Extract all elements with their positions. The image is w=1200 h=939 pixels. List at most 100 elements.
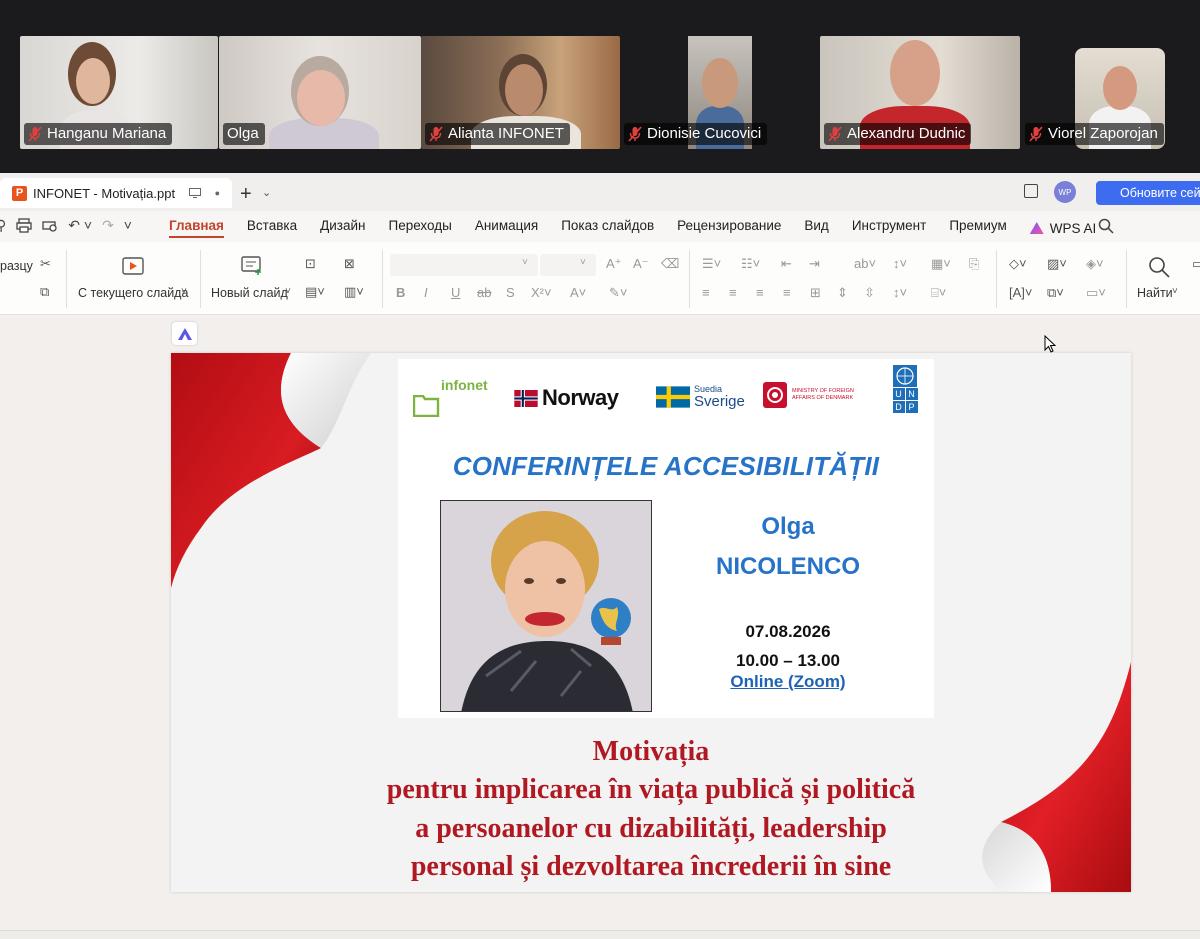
smartart-icon[interactable]: ⎘ (969, 256, 979, 272)
replace-icon[interactable]: ▭ (1192, 256, 1200, 272)
strikethrough-icon[interactable]: ab (477, 285, 491, 300)
customize-qa-chevron-icon[interactable]: ˅ (124, 217, 132, 234)
numbering-icon[interactable]: ☷˅ (741, 256, 760, 272)
menu-tab-view[interactable]: Вид (804, 218, 828, 238)
cut-icon[interactable]: ✂ (40, 256, 51, 272)
align-center-icon[interactable]: ≡ (729, 285, 737, 300)
participant-name: Dionisie Cucovici (647, 125, 762, 142)
align-right-icon[interactable]: ≡ (756, 285, 764, 300)
font-color-icon[interactable]: A˅ (570, 285, 586, 300)
align-left-icon[interactable]: ≡ (702, 285, 710, 300)
chevron-down-icon[interactable]: ˅ (580, 257, 586, 268)
arrange-shapes-icon[interactable]: ⧉˅ (1047, 285, 1064, 301)
picture-icon[interactable]: ▨˅ (1047, 256, 1067, 272)
print-preview-icon[interactable] (42, 218, 58, 233)
format-painter-label[interactable]: разцу (0, 259, 33, 273)
headline-line: pentru implicarea în viața publică și po… (386, 774, 916, 805)
monitor-icon[interactable] (188, 188, 201, 198)
from-current-slide-button[interactable]: С текущего слайда (78, 286, 188, 300)
menu-tab-review[interactable]: Рецензирование (677, 218, 781, 238)
update-now-button[interactable]: Обновите сейчас (1096, 181, 1200, 205)
video-tile[interactable]: Alianta INFONET (421, 36, 620, 149)
italic-icon[interactable]: I (424, 285, 428, 300)
new-tab-plus-icon[interactable]: + (240, 183, 252, 206)
text-box-insert-icon[interactable]: [A]˅ (1009, 285, 1033, 300)
distribute-icon[interactable]: ⊞ (810, 285, 821, 301)
menu-tab-animation[interactable]: Анимация (475, 218, 538, 238)
video-tile[interactable]: Hanganu Mariana (20, 36, 218, 149)
document-tab[interactable]: P INFONET - Motivația.ppt ● (0, 178, 232, 208)
section-icon[interactable]: ▤˅ (305, 284, 325, 300)
save-icon[interactable]: ⚲ (0, 217, 6, 234)
menu-tab-premium[interactable]: Премиум (949, 218, 1006, 238)
video-tile[interactable]: Alexandru Dudnic (820, 36, 1020, 149)
window-restore-icon[interactable] (1024, 184, 1038, 198)
bold-icon[interactable]: B (396, 285, 405, 300)
play-from-current-icon[interactable] (122, 257, 144, 275)
undp-logo: U N D P (892, 365, 918, 416)
video-tile[interactable]: Dionisie Cucovici (620, 36, 819, 149)
participant-name: Viorel Zaporojan (1048, 125, 1158, 142)
chevron-down-icon[interactable]: ˅ (181, 286, 187, 297)
chevron-down-icon[interactable]: ⌄ (262, 186, 271, 199)
mic-muted-icon (28, 126, 42, 142)
copy-icon[interactable]: ⧉ (40, 284, 49, 300)
decrease-font-icon[interactable]: A⁻ (633, 256, 649, 272)
menu-tab-transitions[interactable]: Переходы (388, 218, 451, 238)
online-zoom-link[interactable]: Online (Zoom) (668, 672, 908, 692)
chevron-down-icon[interactable]: ˅ (285, 286, 291, 297)
search-icon[interactable] (1098, 218, 1114, 234)
arrange-icon[interactable]: ▥˅ (344, 284, 364, 300)
shadow-icon[interactable]: S (506, 285, 515, 300)
new-slide-icon[interactable] (241, 256, 263, 276)
denmark-mfa-text: MINISTRY OF FOREIGN AFFAIRS OF DENMARK (792, 388, 854, 401)
norway-logo: Norway (514, 385, 619, 411)
outline-icon[interactable]: ▭˅ (1086, 285, 1106, 301)
slide[interactable]: infonet Norway Suedia Sverige MINISTRY O… (171, 353, 1131, 892)
text-align-vertical-icon[interactable]: ⇳ (864, 285, 875, 301)
outdent-icon[interactable]: ⇤ (781, 256, 792, 272)
menu-tab-home[interactable]: Главная (169, 218, 224, 238)
chevron-down-icon[interactable]: ˅ (522, 257, 528, 268)
menu-tab-slideshow[interactable]: Показ слайдов (561, 218, 654, 238)
columns-icon[interactable]: ▦˅ (931, 256, 951, 272)
superscript-icon[interactable]: X²˅ (531, 285, 552, 300)
chevron-down-icon[interactable]: ˅ (1172, 286, 1178, 297)
paragraph-spacing-icon[interactable]: ⇕ (837, 285, 848, 301)
ribbon-separator (689, 250, 690, 308)
menu-tab-insert[interactable]: Вставка (247, 218, 297, 238)
redo-icon[interactable]: ↷ (102, 217, 114, 234)
text-direction-icon[interactable]: ab˅ (854, 256, 876, 271)
fill-icon[interactable]: ◈˅ (1086, 256, 1104, 272)
font-family-select[interactable] (390, 254, 538, 276)
indent-icon[interactable]: ⇥ (809, 256, 820, 272)
increase-font-icon[interactable]: A⁺ (606, 256, 622, 272)
menu-tab-tools[interactable]: Инструмент (852, 218, 926, 238)
line-spacing-icon[interactable]: ↕˅ (893, 256, 907, 271)
participant-nameplate: Alianta INFONET (425, 123, 570, 145)
unsaved-dot-icon[interactable]: ● (215, 188, 220, 198)
video-tile[interactable]: Viorel Zaporojan (1021, 36, 1200, 149)
undo-icon[interactable]: ↶ ˅ (68, 217, 92, 234)
find-search-icon[interactable] (1148, 256, 1170, 278)
shapes-icon[interactable]: ◇˅ (1009, 256, 1027, 272)
find-button[interactable]: Найти (1137, 286, 1173, 300)
undp-letter: N (905, 388, 918, 400)
justify-icon[interactable]: ≡ (783, 285, 791, 300)
print-icon[interactable] (16, 218, 32, 233)
layout-icon[interactable]: ⊡ (305, 256, 316, 272)
text-box-icon[interactable]: ⌸˅ (931, 285, 946, 301)
underline-icon[interactable]: U (451, 285, 460, 300)
video-tile-active-speaker[interactable]: Olga (219, 36, 421, 149)
new-slide-button[interactable]: Новый слайд (211, 286, 288, 300)
sponsor-logos: infonet Norway Suedia Sverige MINISTRY O… (398, 359, 934, 429)
highlight-icon[interactable]: ✎˅ (609, 285, 627, 301)
wps-ai-floating-button[interactable] (172, 322, 197, 345)
user-avatar[interactable]: WP (1054, 181, 1076, 203)
line-spacing-2-icon[interactable]: ↕˅ (893, 285, 907, 300)
bullets-icon[interactable]: ☰˅ (702, 256, 721, 272)
menu-tab-design[interactable]: Дизайн (320, 218, 365, 238)
clear-format-icon[interactable]: ⌫ (661, 256, 679, 272)
reset-slide-icon[interactable]: ⊠ (344, 256, 355, 272)
font-size-select[interactable] (540, 254, 596, 276)
